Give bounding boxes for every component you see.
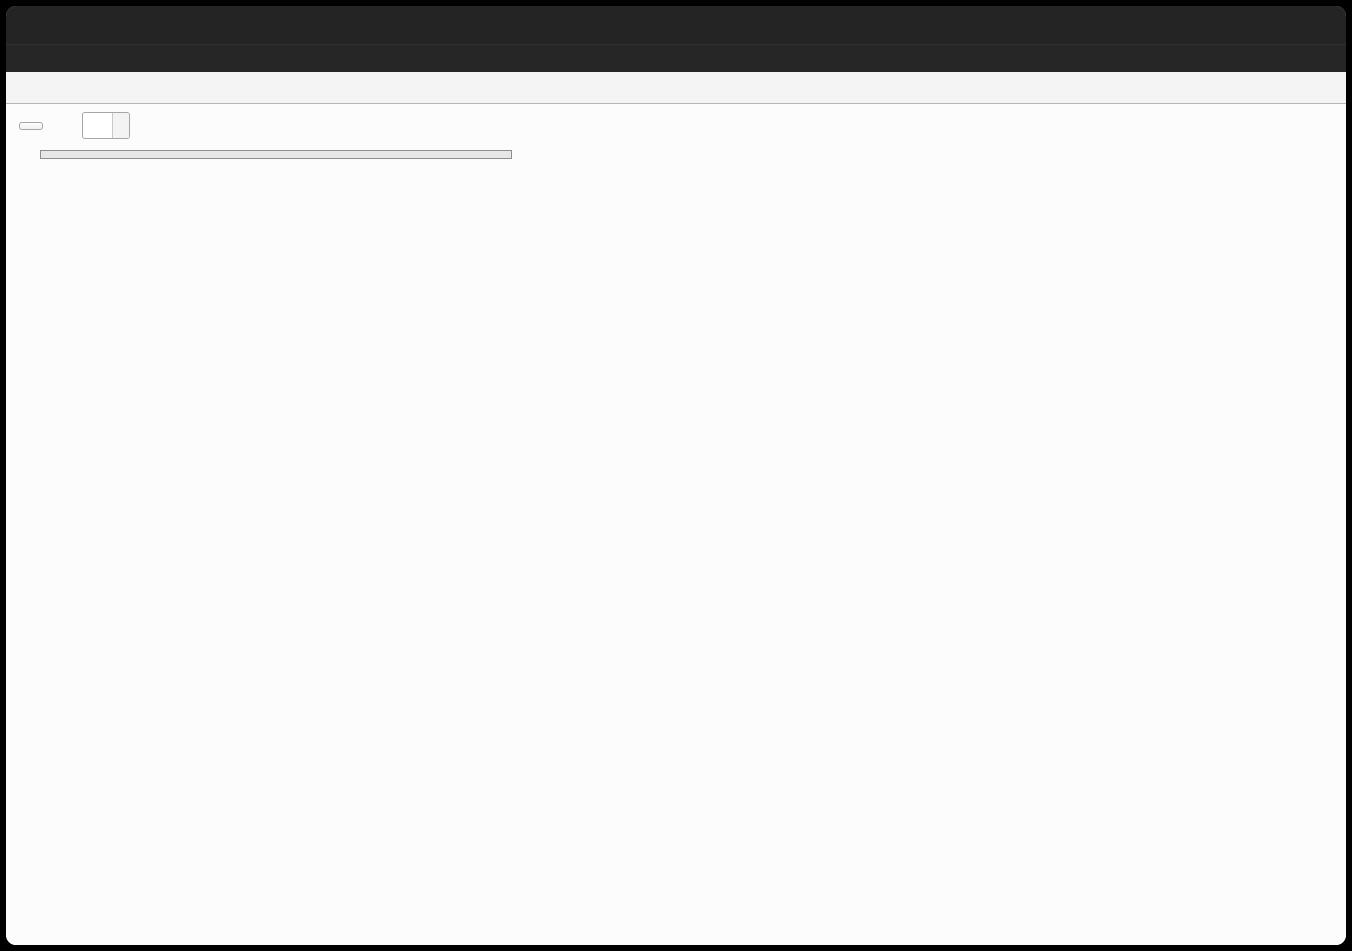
menubar xyxy=(6,44,1346,72)
heaptrack-window xyxy=(6,6,1346,945)
spin-down-icon[interactable] xyxy=(113,126,129,139)
tab-bar xyxy=(6,72,1346,104)
chart-legend xyxy=(40,150,512,159)
memory-consumption-chart[interactable] xyxy=(36,147,1272,872)
y-axis-labels xyxy=(1272,147,1346,863)
spin-up-icon[interactable] xyxy=(113,113,129,126)
toolbar xyxy=(6,104,1346,147)
spinbox-arrows xyxy=(112,113,129,138)
stacked-diagrams-spinbox[interactable] xyxy=(82,112,130,139)
titlebar xyxy=(6,6,1346,44)
consumed-chart-area[interactable] xyxy=(6,147,1346,945)
stacked-diagrams-value[interactable] xyxy=(83,113,112,138)
export-as-button[interactable] xyxy=(19,122,43,130)
stacked-diagrams-control xyxy=(75,112,130,139)
